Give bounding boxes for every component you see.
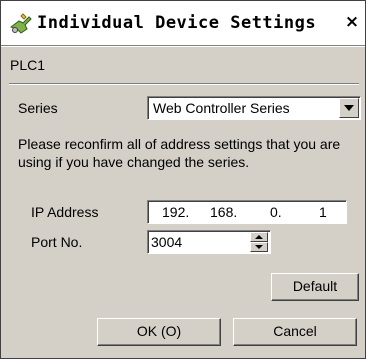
ip-address-field[interactable]: 192. 168. 0. 1: [147, 200, 347, 224]
series-dropdown[interactable]: Web Controller Series: [147, 96, 361, 120]
arrow-up-icon: [255, 235, 263, 239]
title-separator: [1, 45, 365, 47]
port-number-input[interactable]: 3004: [147, 230, 271, 254]
spin-up-button[interactable]: [250, 232, 268, 242]
ip-octet-4[interactable]: 1: [319, 204, 327, 220]
series-change-note: Please reconfirm all of address settings…: [18, 136, 341, 170]
port-label: Port No.: [31, 234, 83, 250]
series-selected-value: Web Controller Series: [153, 100, 290, 116]
header-separator: [9, 83, 359, 85]
ip-octet-1[interactable]: 192.: [162, 204, 189, 220]
ok-button[interactable]: OK (O): [97, 318, 221, 346]
individual-device-settings-dialog: Individual Device Settings × PLC1 Series…: [0, 0, 366, 359]
spin-down-button[interactable]: [250, 242, 268, 252]
default-button[interactable]: Default: [271, 273, 359, 301]
title-bar: Individual Device Settings ×: [1, 1, 365, 45]
dropdown-arrow-button[interactable]: [339, 98, 359, 118]
series-label: Series: [18, 100, 58, 116]
cancel-button[interactable]: Cancel: [233, 318, 357, 346]
port-spinner[interactable]: [250, 232, 268, 252]
device-settings-icon: [9, 13, 33, 35]
port-value[interactable]: 3004: [151, 234, 182, 250]
ip-octet-2[interactable]: 168.: [210, 204, 237, 220]
ip-octet-3[interactable]: 0.: [270, 204, 282, 220]
ip-address-label: IP Address: [31, 204, 99, 220]
close-button[interactable]: ×: [341, 11, 363, 33]
device-name: PLC1: [10, 57, 46, 73]
arrow-down-icon: [255, 245, 263, 249]
window-title: Individual Device Settings: [37, 13, 317, 33]
chevron-down-icon: [344, 105, 354, 111]
